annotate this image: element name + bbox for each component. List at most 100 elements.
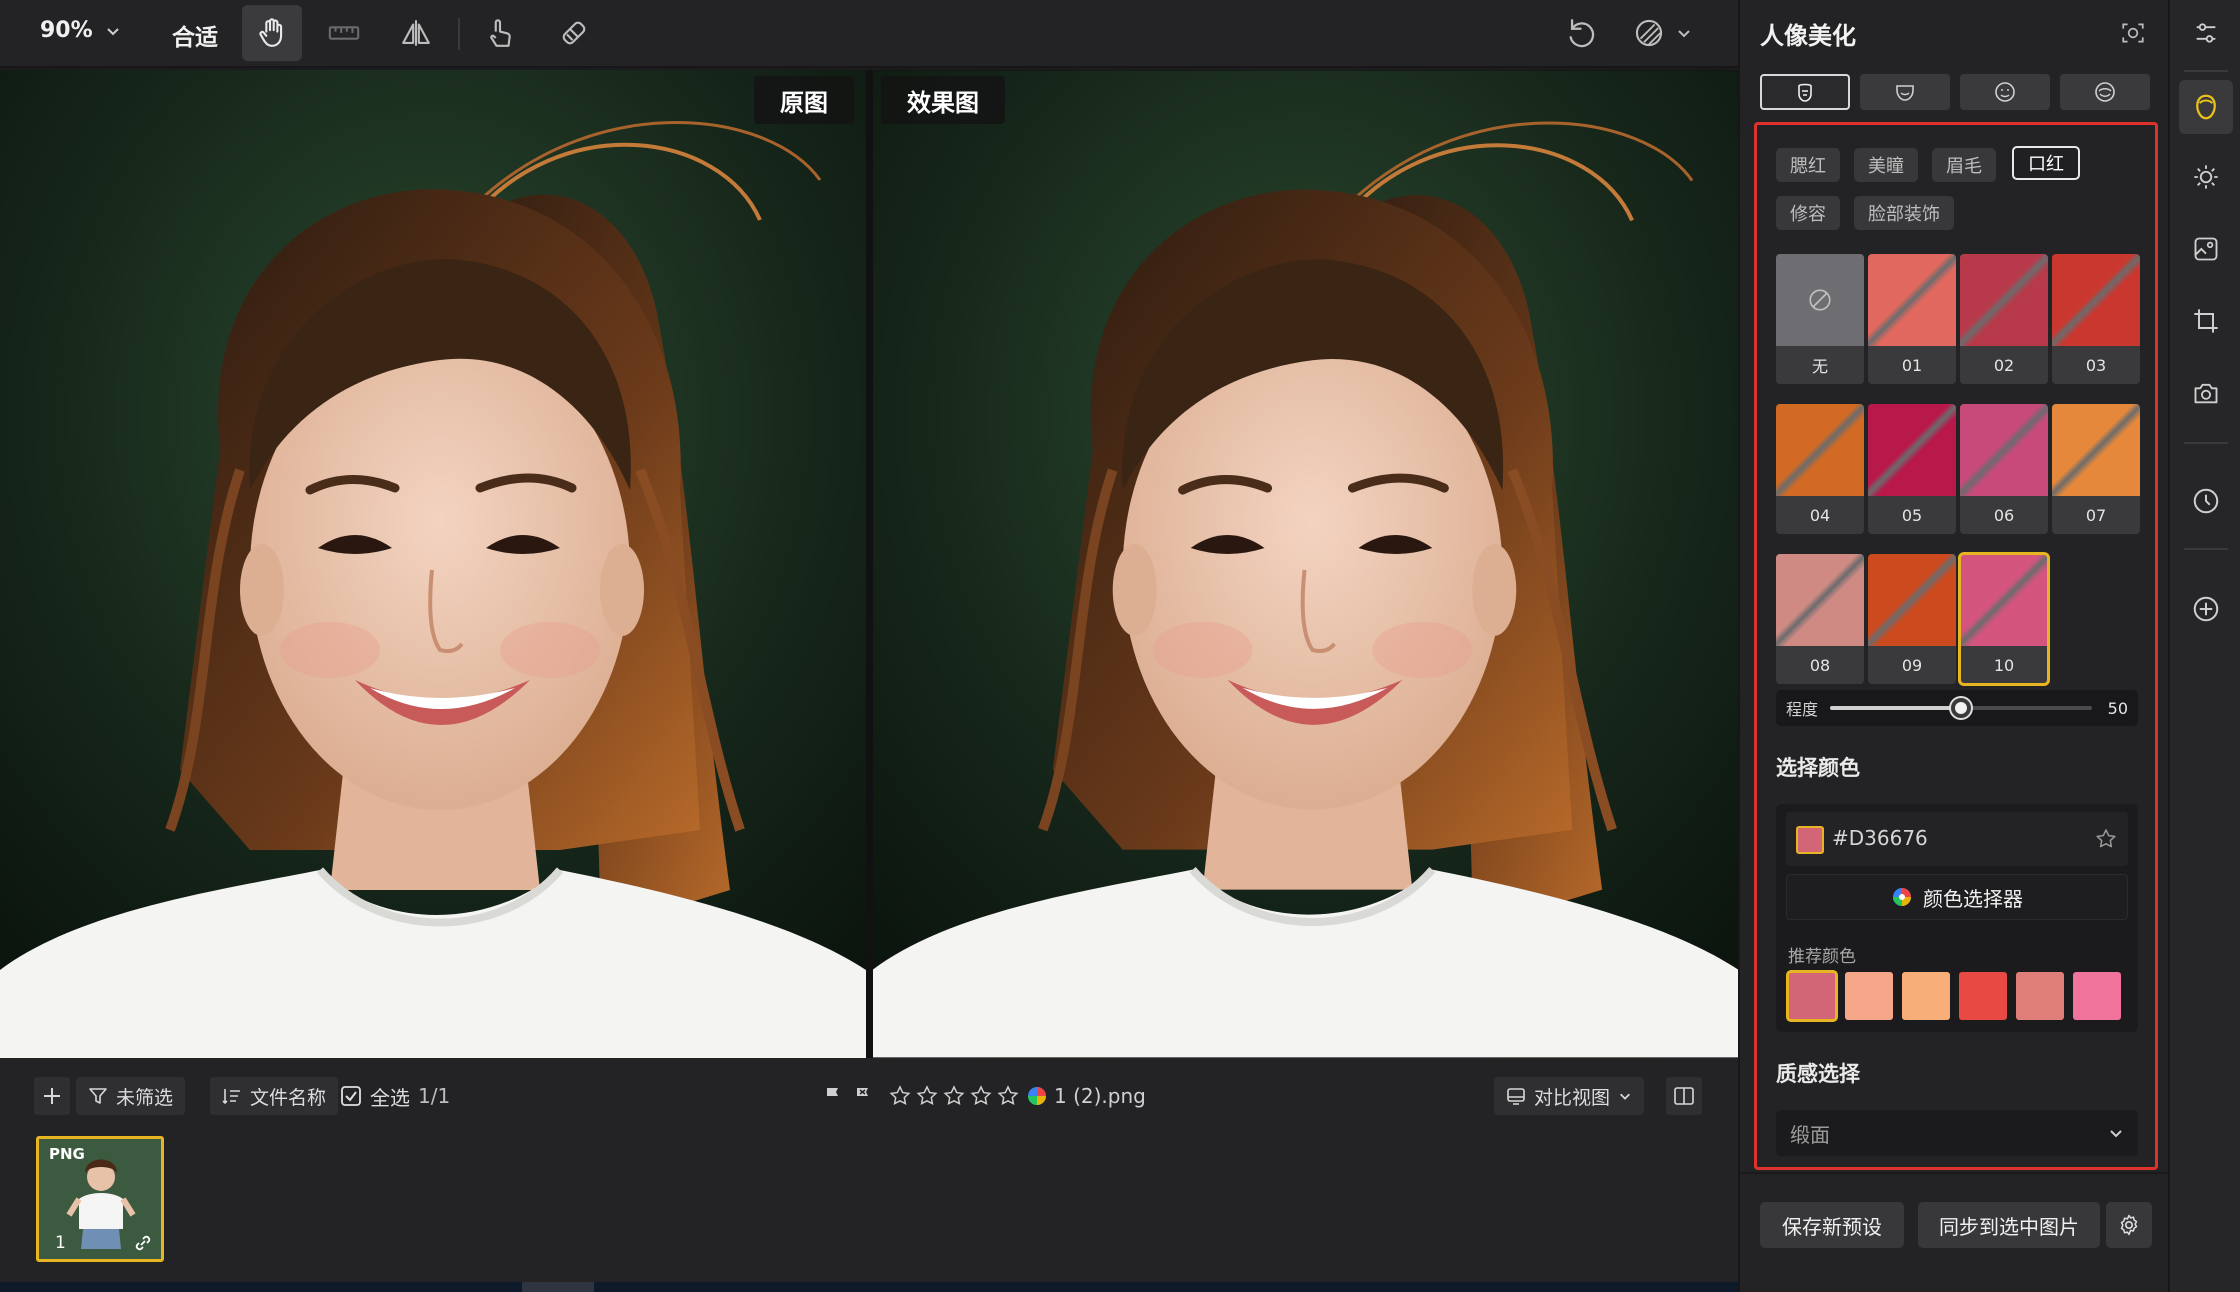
star-icon[interactable] xyxy=(942,1084,966,1108)
category-blush[interactable]: 腮红 xyxy=(1776,148,1840,182)
degree-slider[interactable] xyxy=(1830,698,2092,718)
lipstick-swatch[interactable]: 无 xyxy=(1776,254,1864,384)
sliders-icon xyxy=(2196,23,2216,43)
sort-button[interactable]: 文件名称 xyxy=(210,1077,339,1115)
hex-value: #D36676 xyxy=(1832,826,1928,850)
split-view-button[interactable] xyxy=(1666,1077,1702,1115)
select-all-label: 全选 xyxy=(370,1085,410,1110)
view-mode-dropdown[interactable]: 对比视图 xyxy=(1494,1077,1645,1115)
lipstick-swatch[interactable]: 06 xyxy=(1960,404,2048,534)
sun-icon xyxy=(2194,165,2218,189)
lipstick-swatch[interactable]: 01 xyxy=(1868,254,1956,384)
thumbnail-index: 1 xyxy=(55,1233,66,1253)
undo-button[interactable] xyxy=(1552,5,1612,61)
image-canvas[interactable]: 原图 效果图 xyxy=(0,70,1738,1058)
zoom-dropdown[interactable]: 90% xyxy=(40,18,121,43)
face-scan-icon[interactable] xyxy=(2120,20,2146,46)
tab-jaw[interactable] xyxy=(1860,74,1950,110)
lipstick-swatch[interactable]: 10 xyxy=(1958,552,2050,686)
rail-camera-button[interactable] xyxy=(2179,366,2233,420)
fit-button[interactable]: 合适 xyxy=(172,18,218,52)
category-lipstick[interactable]: 口红 xyxy=(2012,146,2080,180)
color-section-title: 选择颜色 xyxy=(1776,756,1860,780)
flip-tool-button[interactable] xyxy=(386,5,446,61)
eraser-icon xyxy=(562,21,586,45)
reject-flag-icon[interactable] xyxy=(852,1084,876,1108)
recommended-color-swatch[interactable] xyxy=(2073,972,2121,1020)
chevron-down-icon xyxy=(2110,1130,2122,1138)
ruler-tool-button[interactable] xyxy=(314,5,374,61)
degree-slider-fill xyxy=(1830,706,1961,710)
rail-history-button[interactable] xyxy=(2179,474,2233,528)
star-icon[interactable] xyxy=(969,1084,993,1108)
recommended-color-swatch[interactable] xyxy=(1786,970,1838,1022)
color-picker-label: 颜色选择器 xyxy=(1923,886,2023,911)
settings-button[interactable] xyxy=(2106,1202,2152,1248)
lipstick-swatch[interactable]: 09 xyxy=(1868,554,1956,684)
star-favorite-icon[interactable] xyxy=(2094,827,2118,851)
star-icon[interactable] xyxy=(888,1084,912,1108)
recommended-color-swatch[interactable] xyxy=(2016,972,2064,1020)
filmstrip-bar: 未筛选 文件名称 全选 1/1 1 (2).png 对比视图 PNG 1 xyxy=(0,1058,1738,1292)
rail-adjust-button[interactable] xyxy=(2179,6,2233,60)
lipstick-swatch[interactable]: 07 xyxy=(2052,404,2140,534)
none-icon xyxy=(1809,289,1831,311)
flag-icon[interactable] xyxy=(822,1084,846,1108)
rail-crop-button[interactable] xyxy=(2179,294,2233,348)
filter-button[interactable]: 未筛选 xyxy=(76,1077,186,1115)
lipstick-swatch[interactable]: 08 xyxy=(1776,554,1864,684)
hex-color-field[interactable]: #D36676 xyxy=(1786,812,2128,866)
scroll-thumb[interactable] xyxy=(522,1282,594,1292)
chevron-down-icon xyxy=(106,27,119,35)
star-rating[interactable] xyxy=(888,1084,1020,1108)
recommended-color-swatch[interactable] xyxy=(1845,972,1893,1020)
recommended-color-swatch[interactable] xyxy=(1902,972,1950,1020)
add-image-button[interactable] xyxy=(34,1077,70,1115)
current-color-swatch[interactable] xyxy=(1796,826,1824,854)
image-thumbnail[interactable]: PNG 1 xyxy=(36,1136,164,1262)
star-icon[interactable] xyxy=(915,1084,939,1108)
swatch-chip xyxy=(1960,404,2048,496)
jaw-icon xyxy=(1896,85,1914,101)
color-label-icon[interactable] xyxy=(1026,1085,1048,1107)
texture-dropdown[interactable]: 缎面 xyxy=(1776,1110,2138,1156)
sort-label: 文件名称 xyxy=(250,1086,327,1109)
camera-icon xyxy=(2194,383,2218,404)
color-picker-button[interactable]: 颜色选择器 xyxy=(1786,874,2128,920)
rail-light-button[interactable] xyxy=(2179,150,2233,204)
degree-value: 50 xyxy=(2107,698,2128,718)
beauty-panel: 人像美化 腮红 美瞳 眉毛 口红 修容 脸部装饰 无 01 02 03 04 05 06 07… xyxy=(1738,0,2170,1292)
rail-image-button[interactable] xyxy=(2179,222,2233,276)
rail-divider xyxy=(2184,442,2228,444)
compare-mode-button[interactable] xyxy=(1622,5,1702,61)
add-icon xyxy=(2193,596,2219,622)
texture-value: 缎面 xyxy=(1790,1122,1830,1147)
hand-tool-button[interactable] xyxy=(242,5,302,61)
swatch-label: 09 xyxy=(1901,655,1923,675)
recommended-color-swatch[interactable] xyxy=(1959,972,2007,1020)
select-all-checkbox[interactable]: 全选 1/1 xyxy=(340,1077,450,1115)
category-face-decoration[interactable]: 脸部装饰 xyxy=(1854,196,1954,230)
degree-slider-handle[interactable] xyxy=(1951,698,1971,718)
swatch-chip xyxy=(1776,554,1864,646)
rail-beauty-button[interactable] xyxy=(2179,80,2233,134)
swatch-label: 07 xyxy=(2085,505,2107,525)
sync-selected-button[interactable]: 同步到选中图片 xyxy=(1918,1202,2100,1248)
lipstick-swatch[interactable]: 02 xyxy=(1960,254,2048,384)
tab-eyes[interactable] xyxy=(1960,74,2050,110)
rail-add-button[interactable] xyxy=(2179,582,2233,636)
star-icon[interactable] xyxy=(996,1084,1020,1108)
lipstick-swatch[interactable]: 03 xyxy=(2052,254,2140,384)
lipstick-swatch[interactable]: 04 xyxy=(1776,404,1864,534)
category-contacts[interactable]: 美瞳 xyxy=(1854,148,1918,182)
eraser-tool-button[interactable] xyxy=(544,5,604,61)
touch-tool-button[interactable] xyxy=(470,5,530,61)
tab-face[interactable] xyxy=(1760,74,1850,110)
rail-divider xyxy=(2184,548,2228,550)
category-contour[interactable]: 修容 xyxy=(1776,196,1840,230)
lipstick-swatch[interactable]: 05 xyxy=(1868,404,1956,534)
category-eyebrow[interactable]: 眉毛 xyxy=(1932,148,1996,182)
save-preset-button[interactable]: 保存新预设 xyxy=(1760,1202,1904,1248)
compare-view-icon xyxy=(1507,1088,1525,1105)
tab-makeup[interactable] xyxy=(2060,74,2150,110)
